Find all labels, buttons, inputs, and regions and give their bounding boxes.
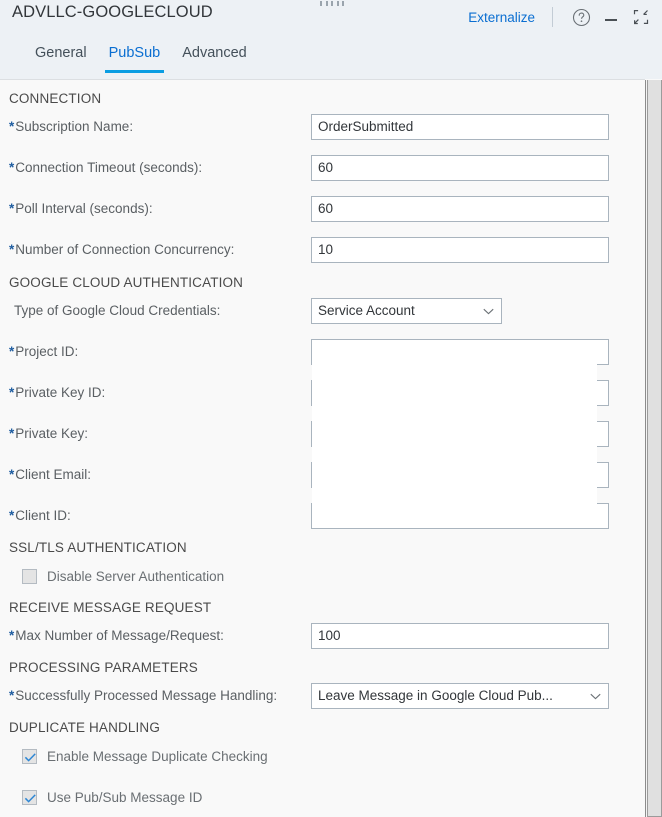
section-title-google-cloud-authentication: GOOGLE CLOUD AUTHENTICATION (9, 275, 243, 290)
input-subscription-name[interactable]: OrderSubmitted (311, 114, 609, 140)
select-credentials-type-value: Service Account (318, 303, 415, 318)
label-processed-message-handling: *Successfully Processed Message Handling… (9, 688, 277, 703)
label-private-key-id: *Private Key ID: (9, 385, 105, 400)
window-header: ADVLLC-GOOGLECLOUD Externalize (0, 0, 662, 79)
scrollbar-thumb[interactable] (647, 80, 662, 817)
input-connection-concurrency[interactable]: 10 (311, 237, 609, 263)
label-project-id: *Project ID: (9, 344, 78, 359)
label-max-number-message-request: *Max Number of Message/Request: (9, 628, 224, 643)
checkbox-label: Enable Message Duplicate Checking (47, 749, 268, 764)
checkbox-box (22, 569, 37, 584)
configuration-window: ADVLLC-GOOGLECLOUD Externalize (0, 0, 662, 817)
tab-bar: General PubSub Advanced (0, 40, 258, 79)
section-title-connection: CONNECTION (9, 91, 101, 106)
label-client-id: *Client ID: (9, 508, 71, 523)
checkbox-label: Disable Server Authentication (47, 569, 224, 584)
select-credentials-type[interactable]: Service Account (311, 298, 502, 324)
minimize-icon[interactable] (598, 4, 624, 30)
page-title: ADVLLC-GOOGLECLOUD (12, 3, 213, 22)
check-icon (24, 793, 37, 804)
section-title-receive-message-request: RECEIVE MESSAGE REQUEST (9, 600, 211, 615)
checkbox-box (22, 749, 37, 764)
section-title-processing-parameters: PROCESSING PARAMETERS (9, 660, 198, 675)
input-max-number-message-request[interactable]: 100 (311, 623, 609, 649)
chevron-down-icon (590, 693, 601, 700)
select-processed-message-handling-value: Leave Message in Google Cloud Pub... (318, 688, 553, 703)
header-actions: Externalize (464, 4, 654, 30)
checkbox-enable-message-duplicate-checking[interactable]: Enable Message Duplicate Checking (22, 749, 268, 764)
label-client-email: *Client Email: (9, 467, 91, 482)
credential-values-mask (312, 341, 597, 508)
externalize-link[interactable]: Externalize (464, 8, 539, 27)
checkbox-disable-server-authentication[interactable]: Disable Server Authentication (22, 569, 224, 584)
label-poll-interval: *Poll Interval (seconds): (9, 201, 153, 216)
checkbox-use-pubsub-message-id[interactable]: Use Pub/Sub Message ID (22, 790, 202, 805)
tab-general[interactable]: General (24, 40, 98, 73)
chevron-down-icon (483, 308, 494, 315)
tab-advanced[interactable]: Advanced (171, 40, 258, 73)
label-private-key: *Private Key: (9, 426, 88, 441)
label-connection-timeout: *Connection Timeout (seconds): (9, 160, 202, 175)
label-connection-concurrency: *Number of Connection Concurrency: (9, 242, 234, 257)
header-separator (552, 7, 553, 27)
collapse-icon[interactable] (628, 4, 654, 30)
input-connection-timeout[interactable]: 60 (311, 155, 609, 181)
pubsub-form: CONNECTION *Subscription Name: OrderSubm… (0, 80, 645, 817)
section-title-duplicate-handling: DUPLICATE HANDLING (9, 720, 160, 735)
checkbox-label: Use Pub/Sub Message ID (47, 790, 202, 805)
label-subscription-name: *Subscription Name: (9, 119, 133, 134)
vertical-scrollbar[interactable] (645, 80, 662, 817)
drag-handle-icon[interactable] (320, 1, 344, 7)
section-title-ssl-tls-authentication: SSL/TLS AUTHENTICATION (9, 540, 187, 555)
checkbox-box (22, 790, 37, 805)
tab-pubsub[interactable]: PubSub (98, 40, 172, 73)
label-credentials-type: Type of Google Cloud Credentials: (14, 303, 220, 318)
help-circle-icon[interactable] (568, 4, 594, 30)
input-poll-interval[interactable]: 60 (311, 196, 609, 222)
check-icon (24, 752, 37, 763)
select-processed-message-handling[interactable]: Leave Message in Google Cloud Pub... (311, 683, 609, 709)
